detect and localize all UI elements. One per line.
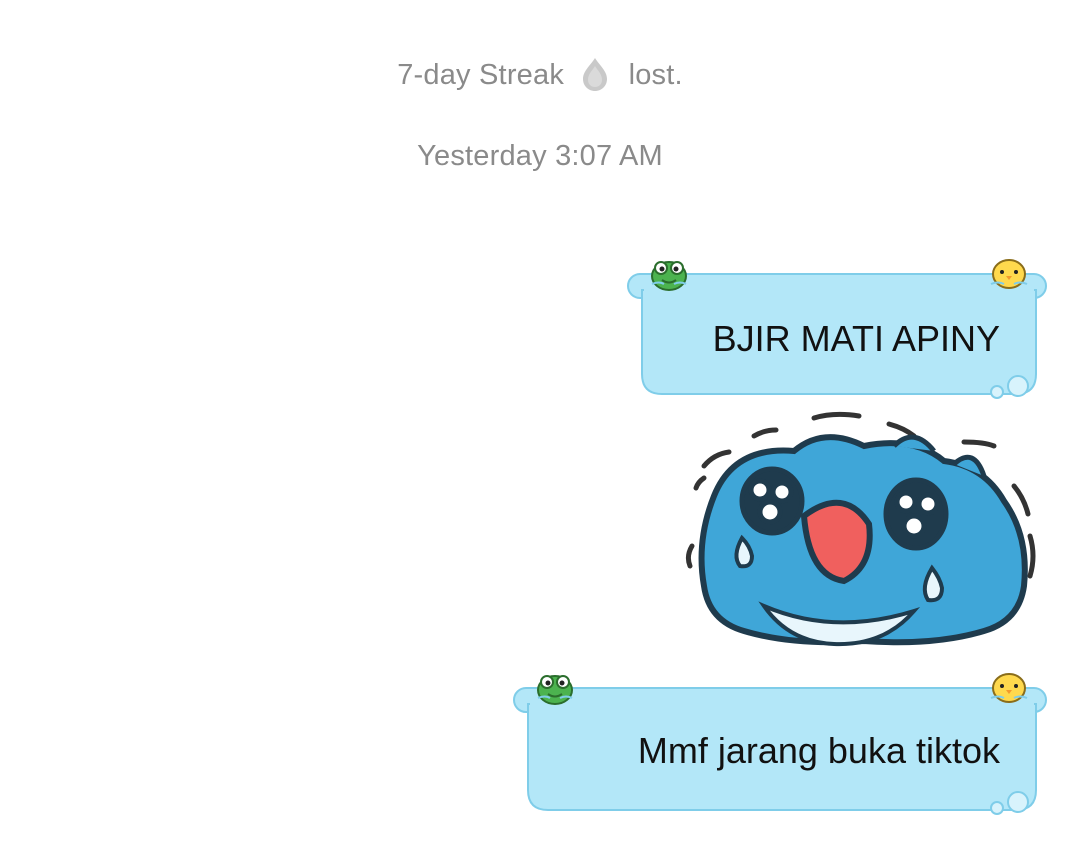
green-frog-icon	[537, 675, 573, 705]
message-bubble[interactable]: Mmf jarang buka tiktok	[510, 664, 1050, 818]
flame-icon	[583, 58, 608, 91]
streak-label: 7-day Streak	[397, 59, 565, 91]
yellow-chick-icon	[990, 673, 1028, 703]
yellow-chick-icon	[990, 259, 1028, 289]
message-bubble[interactable]: BJIR MATI APINY	[624, 250, 1050, 402]
crying-blue-blob-sticker[interactable]	[684, 406, 1050, 660]
message-text: BJIR MATI APINY	[712, 318, 1000, 359]
message-text: Mmf jarang buka tiktok	[637, 730, 1000, 771]
green-frog-icon	[651, 261, 687, 291]
message-timestamp: Yesterday 3:07 AM	[417, 140, 663, 172]
streak-lost-label: lost.	[628, 59, 683, 91]
streak-lost-notice: 7-day Streak lost.	[0, 56, 1080, 92]
